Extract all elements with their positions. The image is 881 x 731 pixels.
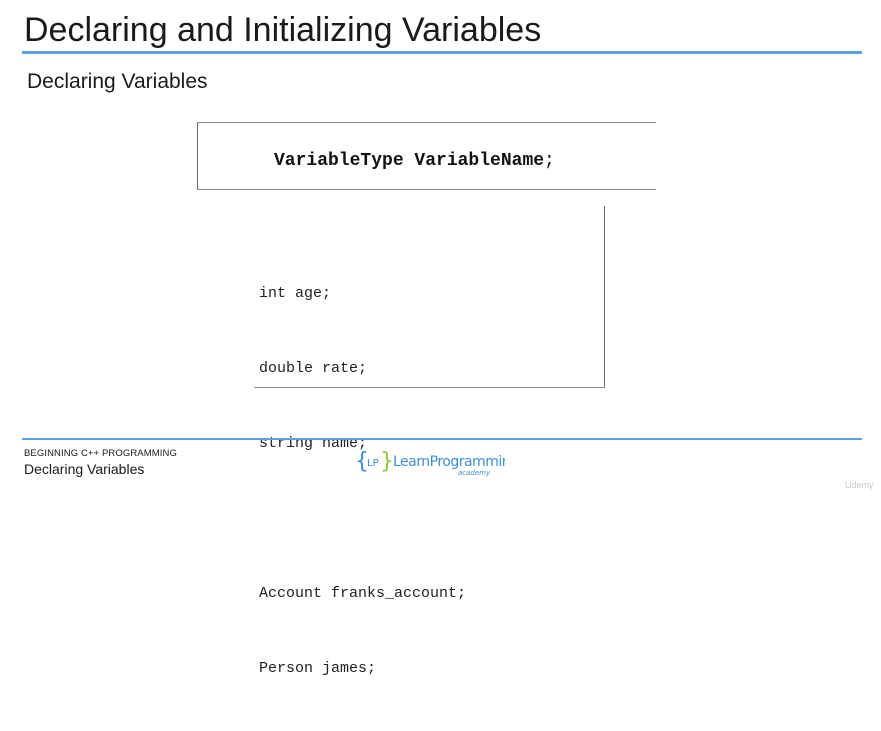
code-example-box: int age; double rate; string name; Accou… bbox=[254, 206, 605, 677]
slide-title: Declaring and Initializing Variables bbox=[24, 11, 542, 49]
code-line: Person james; bbox=[259, 660, 377, 677]
code-line: Account franks_account; bbox=[259, 585, 467, 602]
course-name: BEGINNING C++ PROGRAMMING bbox=[24, 448, 177, 459]
udemy-watermark: Udemy bbox=[845, 480, 874, 490]
footer-divider bbox=[22, 438, 862, 440]
logo-subtext: academy bbox=[458, 469, 491, 477]
slide-subtitle: Declaring Variables bbox=[27, 70, 208, 93]
syntax-terminator: ; bbox=[544, 151, 555, 171]
code-line: double rate; bbox=[259, 360, 368, 377]
syntax-box: VariableType VariableName; bbox=[197, 122, 656, 190]
section-name: Declaring Variables bbox=[24, 461, 145, 477]
logo-wordmark: LearnProgramming bbox=[393, 454, 505, 470]
logo-right-brace-icon: } bbox=[380, 449, 394, 474]
code-example: int age; double rate; string name; Accou… bbox=[259, 231, 466, 731]
code-line: int age; bbox=[259, 285, 332, 302]
learnprogramming-logo: { LP } LearnProgramming academy bbox=[355, 449, 505, 477]
title-divider bbox=[22, 51, 862, 54]
syntax-statement: VariableType VariableName; bbox=[274, 150, 555, 172]
syntax-type-name: VariableType VariableName bbox=[274, 151, 545, 171]
logo-initials: LP bbox=[367, 458, 379, 469]
